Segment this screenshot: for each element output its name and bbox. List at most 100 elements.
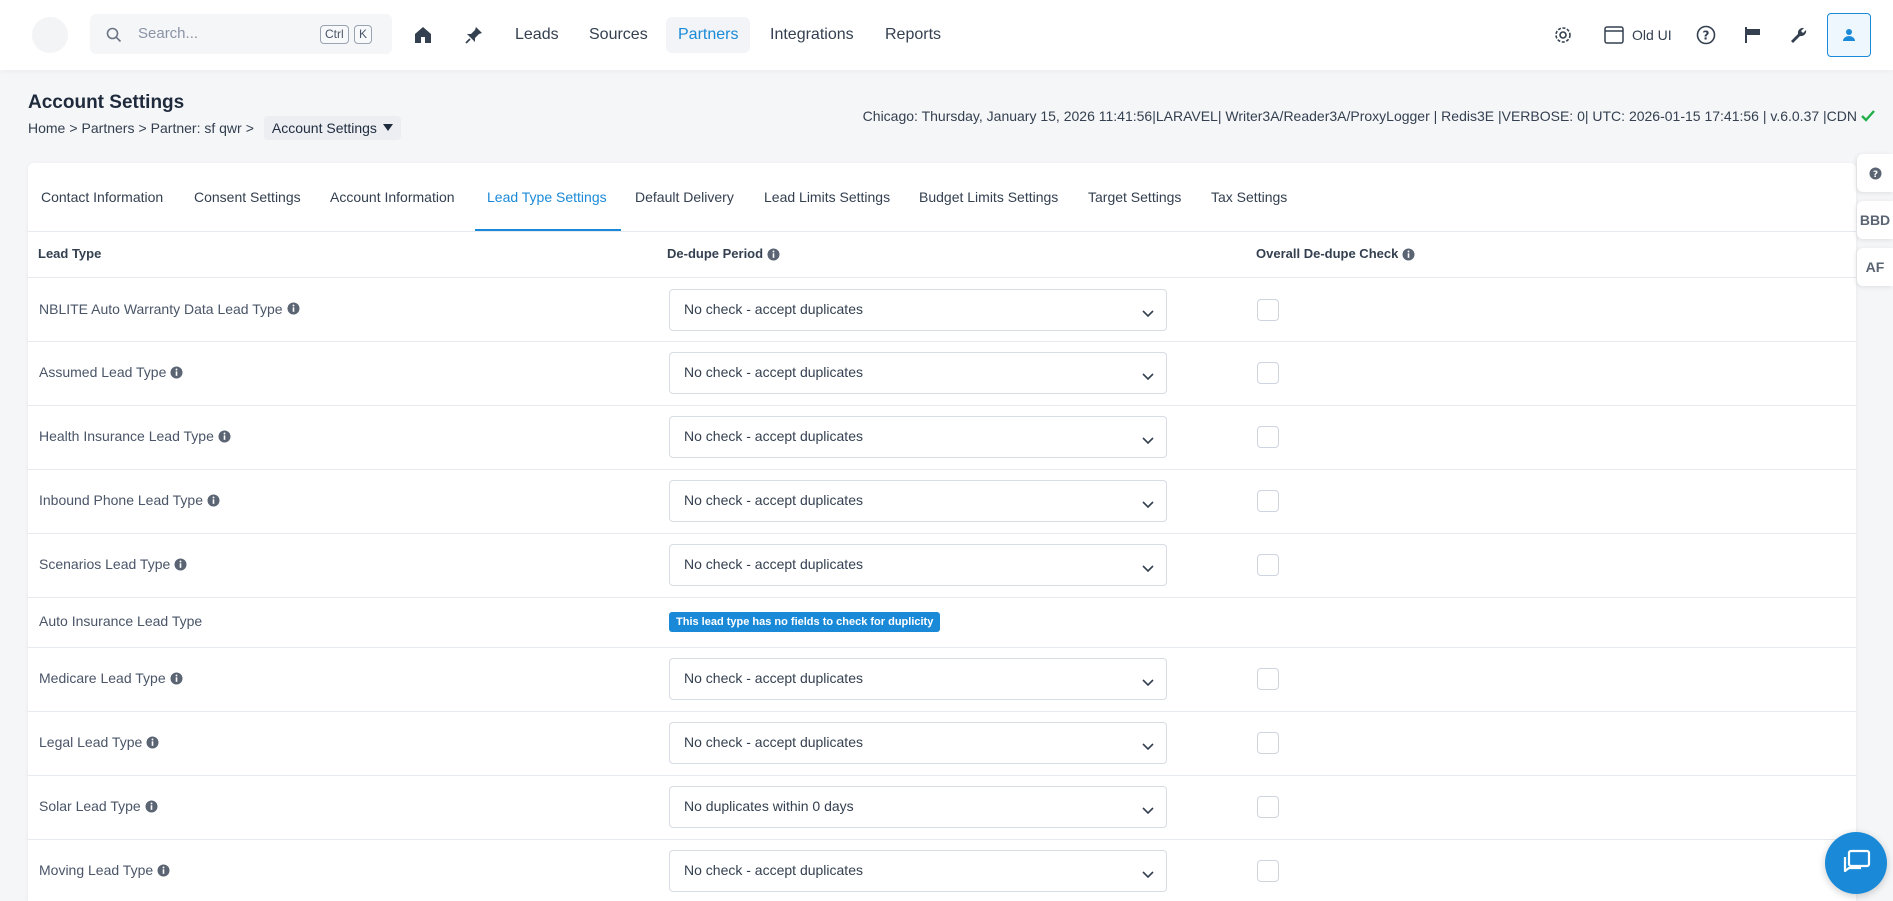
info-icon[interactable] [1402,248,1415,261]
search-box[interactable]: Search... Ctrl K [90,14,392,54]
shortcut-ctrl-key: Ctrl [320,25,349,44]
breadcrumb-partner[interactable]: Partner: sf qwr [151,120,242,136]
help-icon[interactable]: ? [1695,24,1717,46]
breadcrumb-partners[interactable]: Partners [82,120,135,136]
overall-dedupe-checkbox[interactable] [1257,732,1279,754]
dedupe-period-select[interactable]: No check - accept duplicates [669,480,1167,522]
lead-type-label: NBLITE Auto Warranty Data Lead Type [39,300,283,317]
lead-type-label: Health Insurance Lead Type [39,428,214,444]
breadcrumb-separator: > [69,120,78,136]
info-icon[interactable] [146,736,159,749]
user-menu-button[interactable] [1827,13,1871,57]
info-icon[interactable] [218,430,231,443]
home-icon[interactable] [412,24,434,46]
overall-dedupe-checkbox[interactable] [1257,298,1279,321]
dedupe-period-select[interactable]: No check - accept duplicates [669,850,1167,892]
lead-type-label: Moving Lead Type [39,862,154,878]
nav-integrations[interactable]: Integrations [758,17,866,53]
dedupe-period-value: No check - accept duplicates [684,862,863,878]
chevron-down-icon [1142,802,1154,820]
nav-sources[interactable]: Sources [577,17,660,53]
info-icon[interactable] [207,494,220,507]
wrench-icon[interactable] [1788,24,1810,46]
lead-type-label: Auto Insurance Lead Type [39,613,203,629]
overall-dedupe-checkbox[interactable] [1257,554,1279,576]
lead-type-name: Auto Insurance Lead Type [39,613,202,629]
dedupe-period-value: No check - accept duplicates [684,734,863,750]
settings-card: Contact Information Consent Settings Acc… [28,163,1856,901]
tab-default-delivery[interactable]: Default Delivery [635,163,734,231]
dedupe-period-value: No check - accept duplicates [684,428,863,444]
overall-dedupe-checkbox[interactable] [1257,426,1279,448]
overall-dedupe-checkbox[interactable] [1257,490,1279,512]
dedupe-period-select[interactable]: No check - accept duplicates [669,544,1167,586]
chevron-down-icon [1142,305,1154,323]
gear-icon[interactable] [1552,24,1574,46]
overall-dedupe-checkbox[interactable] [1257,668,1279,690]
info-icon[interactable] [157,864,170,877]
old-ui-link[interactable]: Old UI [1604,24,1672,46]
lead-type-label: Solar Lead Type [39,798,141,814]
nav-partners[interactable]: Partners [666,17,751,53]
bbd-side-tab[interactable]: BBD [1857,201,1893,239]
flag-icon[interactable] [1742,24,1764,46]
tab-lead-type-settings[interactable]: Lead Type Settings [487,163,607,231]
tab-account-information[interactable]: Account Information [330,163,455,231]
breadcrumb-page-dropdown[interactable]: Account Settings [263,116,401,140]
tab-contact-information[interactable]: Contact Information [41,163,163,231]
dedupe-period-select[interactable]: No check - accept duplicates [669,658,1167,700]
dedupe-period-select[interactable]: No check - accept duplicates [669,288,1167,331]
lead-type-label: Scenarios Lead Type [39,556,171,572]
tab-lead-limits-settings[interactable]: Lead Limits Settings [764,163,890,231]
nav-leads[interactable]: Leads [503,17,571,53]
lead-type-name: Health Insurance Lead Type [39,428,231,444]
table-row: Health Insurance Lead Type No check - acc… [28,405,1856,470]
table-row: Legal Lead Type No check - accept duplica… [28,711,1856,776]
overall-dedupe-checkbox[interactable] [1257,362,1279,384]
info-icon[interactable] [170,366,183,379]
window-icon [1604,26,1624,44]
dedupe-period-select[interactable]: No check - accept duplicates [669,722,1167,764]
breadcrumb-separator: > [138,120,147,136]
info-icon[interactable] [767,248,780,261]
table-row: Inbound Phone Lead Type No check - accept… [28,469,1856,534]
tab-budget-limits-settings[interactable]: Budget Limits Settings [919,163,1058,231]
table-row: Auto Insurance Lead Type This lead type h… [28,597,1856,648]
system-status-text: Chicago: Thursday, January 15, 2026 11:4… [862,108,1857,124]
header-dedupe-period-label: De-dupe Period [667,246,764,261]
pin-icon[interactable] [463,24,485,46]
dedupe-period-select[interactable]: No check - accept duplicates [669,416,1167,458]
dedupe-period-value: No check - accept duplicates [684,556,863,572]
overall-dedupe-checkbox[interactable] [1257,860,1279,882]
af-side-tab[interactable]: AF [1857,248,1893,286]
lead-type-label: Medicare Lead Type [39,670,166,686]
lead-type-name: Scenarios Lead Type [39,556,187,572]
dedupe-period-value: No check - accept duplicates [684,300,863,317]
tab-target-settings[interactable]: Target Settings [1088,163,1181,231]
tab-tax-settings[interactable]: Tax Settings [1211,163,1287,231]
check-icon [1861,110,1875,122]
no-fields-badge: This lead type has no fields to check fo… [669,612,941,632]
chat-button[interactable] [1825,832,1887,894]
overall-dedupe-checkbox[interactable] [1257,796,1279,818]
tab-consent-settings[interactable]: Consent Settings [194,163,301,231]
breadcrumb-separator: > [245,120,254,136]
help-side-tab[interactable]: ? [1857,154,1893,192]
lead-type-name: Moving Lead Type [39,862,170,878]
info-icon[interactable] [170,672,183,685]
app-logo[interactable] [32,17,68,53]
page-title: Account Settings [28,92,185,113]
dedupe-period-value: No check - accept duplicates [684,492,863,508]
dedupe-period-select[interactable]: No check - accept duplicates [669,352,1167,394]
dedupe-period-select[interactable]: No duplicates within 0 days [669,786,1167,828]
table-row: Medicare Lead Type No check - accept dupl… [28,647,1856,712]
info-icon[interactable] [174,558,187,571]
info-icon[interactable] [145,800,158,813]
chevron-down-icon [1142,560,1154,578]
chevron-down-icon [1142,368,1154,386]
lead-type-label: Inbound Phone Lead Type [39,492,204,508]
nav-reports[interactable]: Reports [873,17,953,53]
header-overall-dedupe-check: Overall De-dupe Check [1256,231,1415,277]
breadcrumb-home[interactable]: Home [28,120,65,136]
info-icon[interactable] [287,302,300,315]
